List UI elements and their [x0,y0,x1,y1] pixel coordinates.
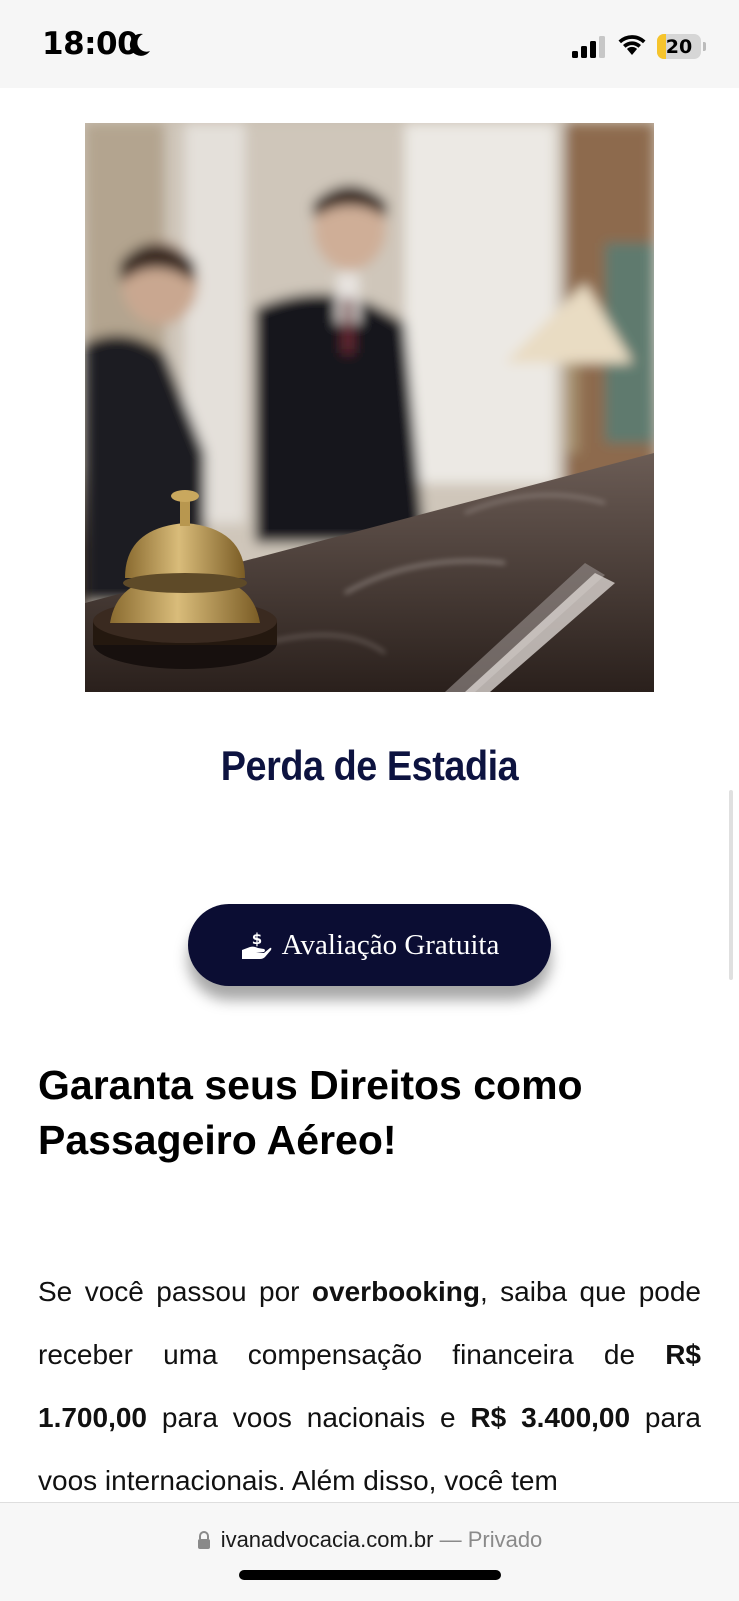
battery-percent: 20 [665,36,693,58]
private-mode-label: Privado [467,1527,543,1552]
section-title: Perda de Estadia [220,742,519,789]
url-row[interactable]: ivanadvocacia.com.br — Privado [0,1527,739,1553]
lock-icon [197,1531,210,1549]
free-evaluation-button[interactable]: $ Avaliação Gratuita [188,904,551,986]
browser-address-bar[interactable]: ivanadvocacia.com.br — Privado [0,1502,739,1601]
svg-text:$: $ [251,930,261,948]
status-time: 18:00 [42,26,139,62]
body-bold-overbooking: overbooking [311,1276,480,1307]
body-paragraph: Se você passou por overbooking, saiba qu… [38,1260,701,1512]
cellular-signal-icon [572,36,605,58]
hand-money-icon: $ [241,930,272,959]
battery-icon: 20 [657,34,701,59]
url-domain: ivanadvocacia.com.br [220,1527,434,1552]
headline-line1: Garanta seus Direitos como [38,1062,583,1108]
hotel-reception-photo [85,123,654,692]
body-text-1: Se você passou por [38,1276,312,1307]
home-indicator[interactable] [239,1570,501,1580]
free-evaluation-label: Avaliação Gratuita [281,928,500,961]
battery-nub [703,42,706,51]
status-bar: 18:00 20 [0,0,739,88]
moon-icon [129,33,150,56]
scroll-indicator[interactable] [729,790,733,980]
hero-image [85,123,654,692]
wifi-icon [618,35,646,55]
body-text-3: para voos nacionais e [147,1402,471,1433]
headline-line2: Passageiro Aéreo! [38,1117,397,1163]
headline: Garanta seus Direitos como Passageiro Aé… [38,1058,708,1168]
body-bold-international-amount: R$ 3.400,00 [470,1402,631,1433]
url-separator: — [433,1527,468,1552]
